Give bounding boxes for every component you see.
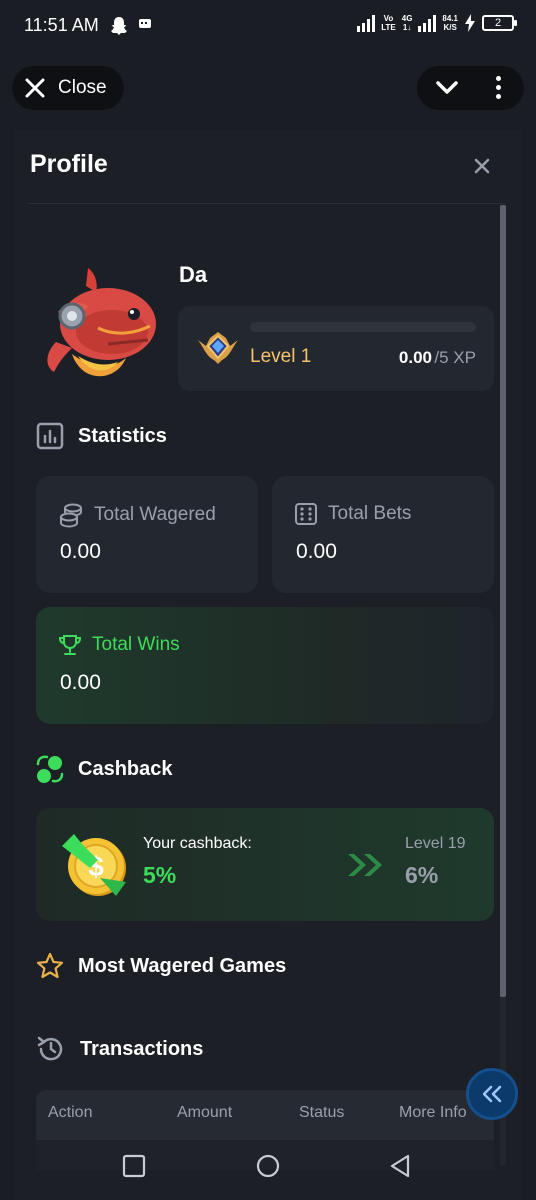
username: Da <box>179 262 208 287</box>
your-cashback-value: 5% <box>143 862 177 888</box>
total-wagered-label: Total Wagered <box>94 504 216 525</box>
total-bets-value: 0.00 <box>296 540 337 563</box>
history-icon <box>37 1036 63 1061</box>
dice-icon <box>295 503 317 525</box>
total-wins-head: Total Wins <box>58 633 180 657</box>
message-icon <box>139 19 151 28</box>
snapchat-icon <box>111 17 127 35</box>
total-wins-label: Total Wins <box>92 634 180 655</box>
header-divider <box>28 203 506 204</box>
transactions-table-header: Action Amount Status More Info <box>36 1090 494 1140</box>
next-level-cashback: 6% <box>405 862 439 888</box>
close-icon <box>25 78 45 98</box>
system-nav-bar <box>0 1140 536 1200</box>
charging-icon <box>465 14 475 32</box>
total-wins-value: 0.00 <box>60 671 101 694</box>
network-top: 4G <box>401 14 413 23</box>
network-type: 4G 1↓ <box>402 14 413 32</box>
cashback-heading: Cashback <box>36 754 173 784</box>
status-right: Vo LTE 4G 1↓ 84.1 K/S 2 <box>357 14 517 32</box>
net-speed-value: 84.1 <box>442 14 458 23</box>
column-amount: Amount <box>177 1104 233 1121</box>
trophy-icon <box>58 635 82 655</box>
network-bottom: 1↓ <box>402 23 412 32</box>
net-speed: 84.1 K/S <box>442 14 458 32</box>
your-cashback-label: Your cashback: <box>143 835 252 852</box>
xp-max: /5 XP <box>434 348 476 367</box>
statistics-heading-text: Statistics <box>78 424 167 447</box>
level-card: Level 1 0.00 /5 XP <box>178 306 494 391</box>
total-bets-card: Total Bets 0.00 <box>272 476 494 593</box>
next-level-label: Level 19 <box>405 835 466 852</box>
status-time: 11:51 AM <box>24 15 99 35</box>
net-speed-unit: K/S <box>443 23 457 32</box>
panel-close-icon[interactable] <box>473 157 491 175</box>
level-label: Level 1 <box>250 346 312 367</box>
total-bets-head: Total Bets <box>294 502 411 526</box>
status-bar: 11:51 AM Vo LTE 4G 1↓ 84.1 K/S 2 <box>0 0 536 54</box>
level-badge-icon <box>198 332 238 364</box>
column-status: Status <box>299 1104 345 1121</box>
cashback-icon <box>36 755 64 783</box>
total-wagered-value: 0.00 <box>60 540 101 563</box>
star-icon <box>36 952 64 979</box>
column-action: Action <box>48 1104 93 1121</box>
xp-value: 0.00 <box>398 348 432 367</box>
page-title: Profile <box>30 150 108 178</box>
signal-icon-2 <box>418 14 437 32</box>
signal-icon <box>357 14 376 32</box>
chevron-down-icon[interactable] <box>435 78 459 98</box>
total-wagered-head: Total Wagered <box>58 502 216 528</box>
cashback-card: $ Your cashback: 5% Level 19 6% <box>36 808 494 921</box>
coins-icon <box>60 503 82 528</box>
battery-indicator: 2 <box>482 15 517 31</box>
xp-progress-bar <box>250 322 476 332</box>
close-label: Close <box>58 77 107 98</box>
close-button[interactable]: Close <box>12 66 124 110</box>
total-wagered-card: Total Wagered 0.00 <box>36 476 258 593</box>
avatar <box>47 268 156 377</box>
volte-top: Vo <box>383 14 394 23</box>
bar-chart-icon <box>36 422 64 450</box>
collapse-fab-button[interactable] <box>466 1068 518 1120</box>
more-options-icon[interactable] <box>493 76 503 100</box>
browser-controls <box>417 66 524 110</box>
most-wagered-heading-text: Most Wagered Games <box>78 954 287 977</box>
total-wins-card: Total Wins 0.00 <box>36 607 494 724</box>
transactions-heading-text: Transactions <box>80 1037 204 1060</box>
column-more-info: More Info <box>399 1104 467 1121</box>
most-wagered-heading: Most Wagered Games <box>36 952 286 980</box>
home-button-icon[interactable] <box>256 1154 280 1178</box>
double-chevron-right-icon <box>348 854 382 876</box>
statistics-heading: Statistics <box>36 422 167 450</box>
transactions-heading: Transactions <box>36 1034 203 1064</box>
volte-bottom: LTE <box>381 23 396 32</box>
recents-button-icon[interactable] <box>122 1154 146 1178</box>
volte-indicator: Vo LTE <box>381 14 396 32</box>
coin-icon: $ <box>62 834 126 896</box>
back-button-icon[interactable] <box>388 1154 412 1178</box>
double-chevron-left-icon <box>482 1085 502 1103</box>
total-bets-label: Total Bets <box>328 503 412 524</box>
scrollbar-thumb[interactable] <box>500 205 506 997</box>
cashback-heading-text: Cashback <box>78 757 173 780</box>
